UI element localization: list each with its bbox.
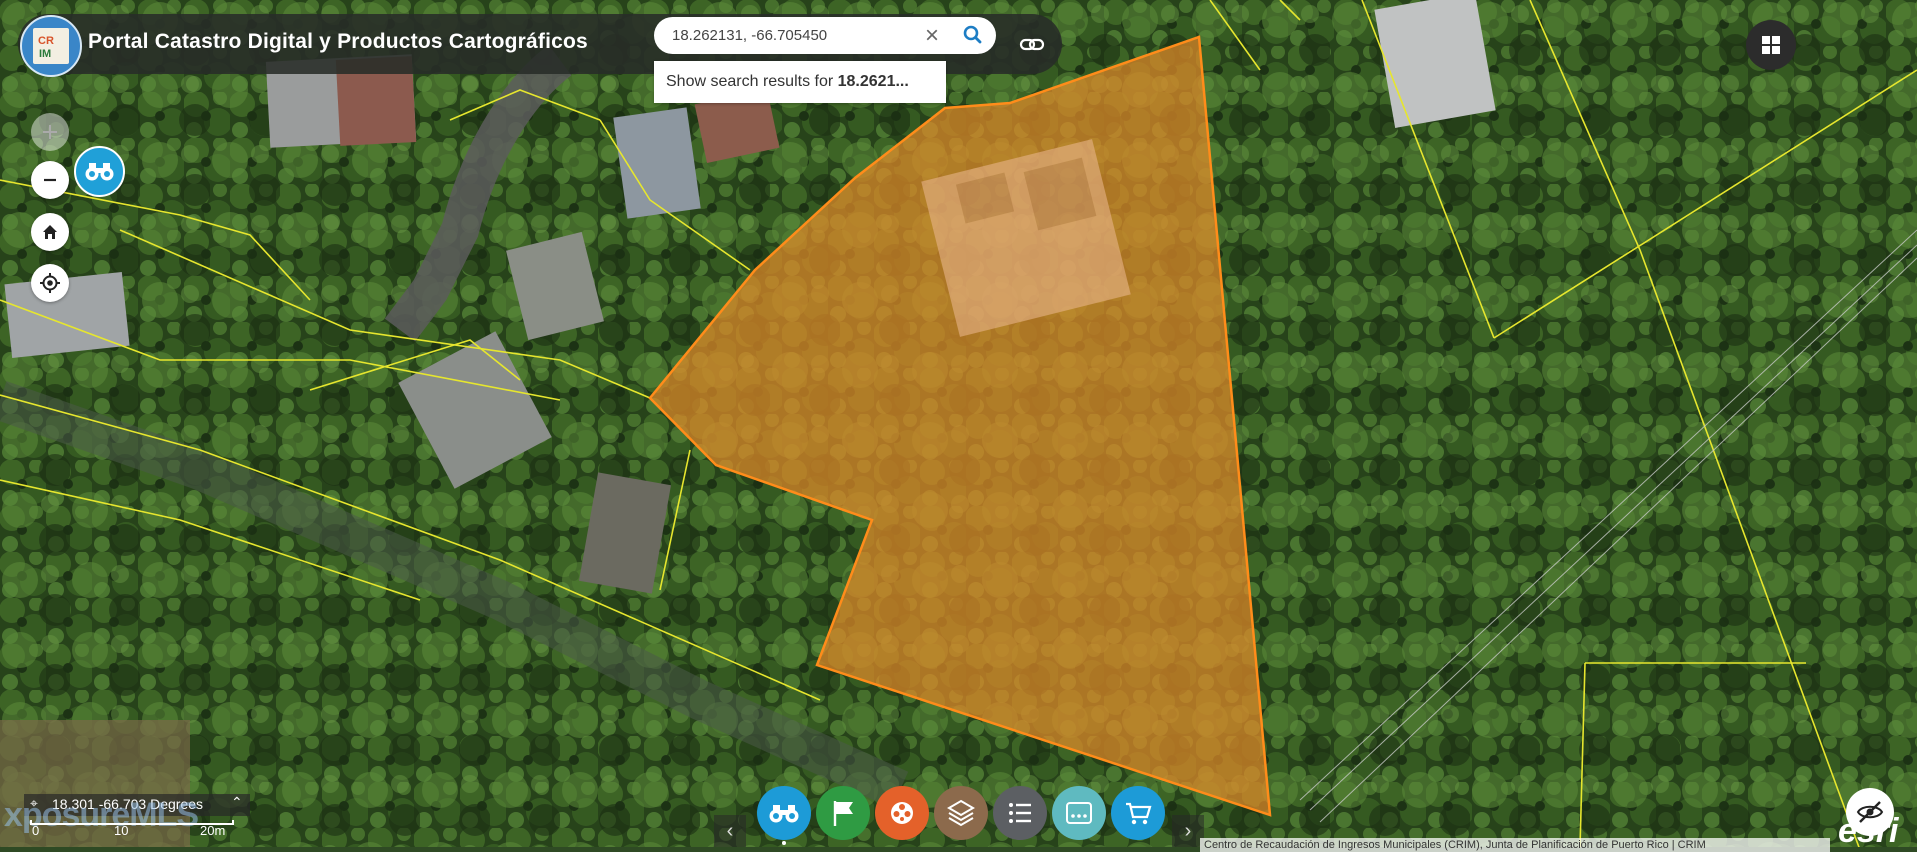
map-view[interactable] <box>0 0 1917 847</box>
search-widget-button[interactable] <box>74 146 125 197</box>
search-input[interactable] <box>672 17 922 54</box>
attribution: Centro de Recaudación de Ingresos Munici… <box>1200 838 1830 852</box>
binoculars-icon <box>85 163 114 181</box>
visibility-toggle-button[interactable] <box>1846 788 1894 836</box>
zoom-out-button[interactable] <box>31 161 69 199</box>
link-icon <box>1019 38 1045 51</box>
list-icon <box>1009 803 1031 823</box>
share-link-button[interactable] <box>1015 27 1049 61</box>
svg-text:IM: IM <box>39 48 51 60</box>
binoculars-icon <box>769 805 799 823</box>
search-box: × <box>654 17 996 54</box>
suggestion-query: 18.2621... <box>837 73 909 90</box>
svg-text:CR: CR <box>38 35 54 47</box>
dock-active-indicator <box>782 841 786 845</box>
search-icon <box>963 25 982 44</box>
dock-tour-tool[interactable] <box>875 786 929 840</box>
dock-layers-tool[interactable] <box>934 786 988 840</box>
grid-icon <box>1762 36 1780 54</box>
home-button[interactable] <box>31 213 69 251</box>
scale-label-20m: 20m <box>200 823 226 838</box>
plus-icon <box>43 125 57 139</box>
dock-legend-tool[interactable] <box>993 786 1047 840</box>
layers-icon <box>947 799 975 827</box>
logo-badge: CR IM <box>33 28 69 64</box>
dock-more-tool[interactable] <box>1052 786 1106 840</box>
app-launcher-button[interactable] <box>1746 20 1796 70</box>
suggestion-prefix: Show search results for <box>666 73 838 90</box>
dock-markup-tool[interactable] <box>816 786 870 840</box>
eye-off-icon <box>1856 801 1884 823</box>
locate-button[interactable] <box>31 264 69 302</box>
crosshair-icon <box>40 273 60 293</box>
ellipsis-icon <box>1066 802 1092 824</box>
app-title: Portal Catastro Digital y Productos Cart… <box>88 30 588 53</box>
crim-logo-icon: CR IM <box>35 30 67 62</box>
app-logo[interactable]: CR IM <box>20 15 82 77</box>
dock-prev-button[interactable]: ‹ <box>714 815 746 847</box>
chevron-up-icon[interactable]: ⌃ <box>231 794 243 811</box>
film-reel-icon <box>891 802 913 824</box>
scale-label-0: 0 <box>32 823 40 838</box>
flag-icon <box>833 801 853 826</box>
home-icon <box>43 225 57 239</box>
dock-store-tool[interactable] <box>1111 786 1165 840</box>
search-button[interactable] <box>950 17 996 54</box>
zoom-in-button[interactable] <box>31 113 69 151</box>
clear-search-icon[interactable]: × <box>920 24 944 48</box>
dock-search-tool[interactable] <box>757 786 811 840</box>
roof <box>1374 0 1496 128</box>
cart-icon <box>1126 802 1152 825</box>
scale-label-10: 10 <box>114 823 129 838</box>
search-suggestion[interactable]: Show search results for 18.2621... <box>654 61 946 103</box>
minus-icon <box>44 178 56 182</box>
